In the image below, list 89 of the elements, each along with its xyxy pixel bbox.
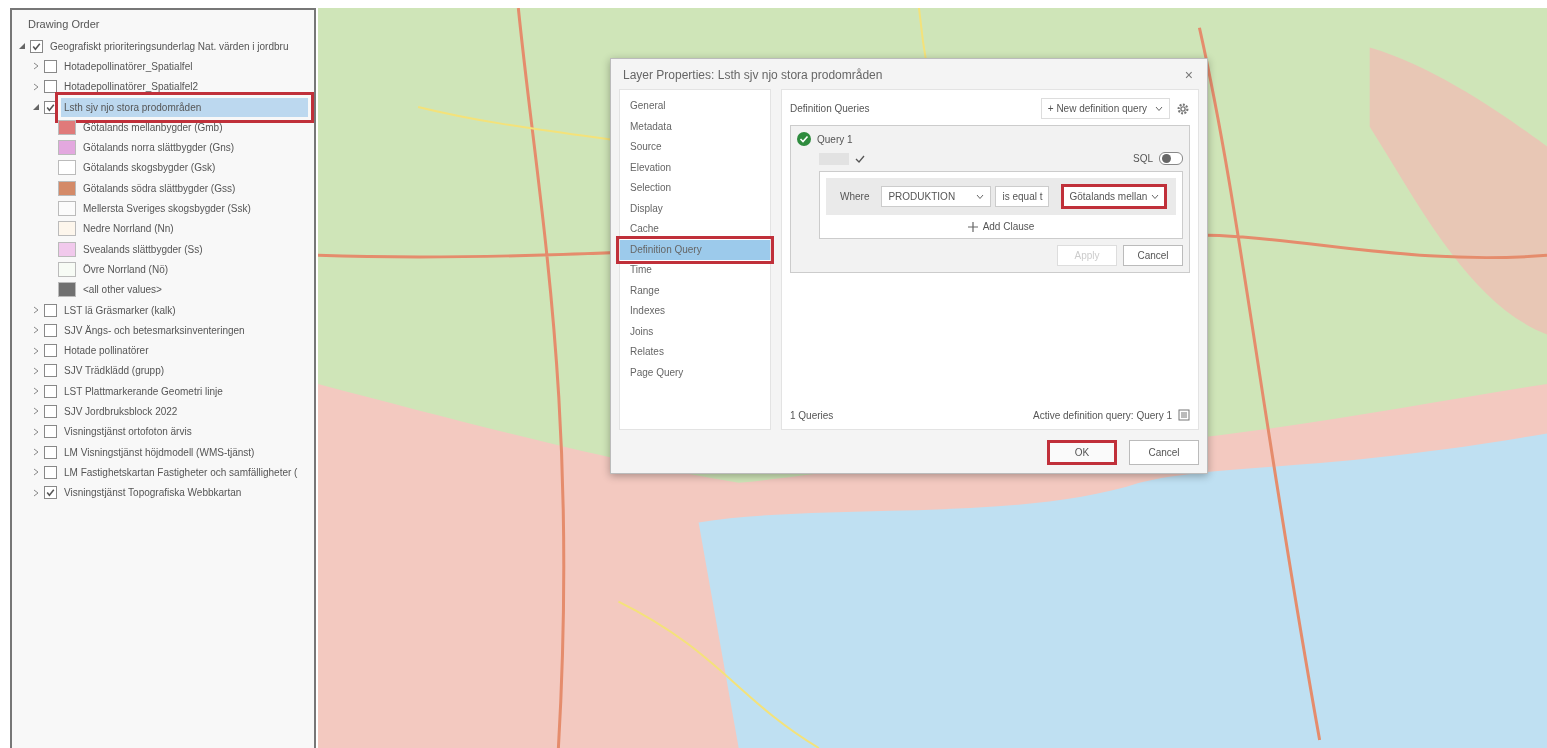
legend-label: Övre Norrland (Nö) <box>82 262 170 277</box>
nav-item[interactable]: Elevation <box>620 157 770 178</box>
legend-label: Mellersta Sveriges skogsbygder (Ssk) <box>82 202 252 216</box>
nav-item[interactable]: Indexes <box>620 301 770 322</box>
layer-item[interactable]: Hotadepollinatörer_Spatialfel <box>61 58 196 74</box>
legend-label: Götalands norra slättbygder (Gns) <box>82 141 236 156</box>
nav-item[interactable]: Range <box>620 280 770 301</box>
new-query-button[interactable]: + New definition query <box>1040 98 1170 119</box>
expander-icon[interactable] <box>32 62 40 71</box>
legend-label: Götalands mellanbygder (Gmb) <box>82 120 224 135</box>
filter-list-icon[interactable] <box>1178 409 1190 421</box>
layer-checkbox[interactable] <box>44 323 57 337</box>
close-button[interactable]: × <box>1180 67 1197 83</box>
plus-icon <box>967 221 978 232</box>
layer-item[interactable]: LST Plattmarkerande Geometri linje <box>61 383 226 399</box>
expander-icon[interactable] <box>32 387 40 396</box>
expander-icon[interactable] <box>32 366 40 375</box>
nav-item[interactable]: Source <box>620 137 770 158</box>
operator-dropdown[interactable]: is equal t <box>995 186 1050 207</box>
expander-icon[interactable] <box>32 82 40 91</box>
layer-checkbox[interactable] <box>30 39 43 53</box>
layer-checkbox[interactable] <box>44 100 57 114</box>
legend-label: Götalands skogsbygder (Gsk) <box>82 161 217 176</box>
panel-title: Drawing Order <box>27 18 101 32</box>
sql-label: SQL <box>1133 153 1153 164</box>
layer-item[interactable]: LST lä Gräsmarker (kalk) <box>61 302 179 318</box>
expander-icon[interactable] <box>32 427 40 436</box>
legend-label: Nedre Norrland (Nn) <box>82 222 175 237</box>
field-dropdown[interactable]: PRODUKTION <box>881 186 992 207</box>
check-icon[interactable] <box>855 153 865 164</box>
nav-item[interactable]: Selection <box>620 178 770 199</box>
layer-item[interactable]: LM Visningstjänst höjdmodell (WMS-tjänst) <box>61 444 258 460</box>
where-label: Where <box>839 191 871 202</box>
nav-item[interactable]: Joins <box>620 321 770 342</box>
nav-item[interactable]: Cache <box>620 219 770 240</box>
expander-icon[interactable] <box>32 103 40 112</box>
add-clause-button[interactable]: Add Clause <box>961 215 1041 238</box>
caret-icon <box>1151 193 1160 200</box>
layer-checkbox[interactable] <box>44 486 57 500</box>
query-name: Query 1 <box>817 133 853 145</box>
nav-item[interactable]: Display <box>620 198 770 219</box>
layer-item[interactable]: Hotade pollinatörer <box>61 343 152 359</box>
expander-icon[interactable] <box>32 346 40 355</box>
layer-checkbox[interactable] <box>44 364 57 378</box>
layer-item[interactable]: LM Fastighetskartan Fastigheter och samfälligheter ( <box>61 464 301 480</box>
layer-item[interactable]: Visningstjänst Topografiska Webbkartan <box>61 485 245 501</box>
expander-icon[interactable] <box>32 488 40 497</box>
legend-label: Svealands slättbygder (Ss) <box>82 242 204 257</box>
layer-item[interactable]: SJV Jordbruksblock 2022 <box>61 404 181 419</box>
layer-checkbox[interactable] <box>44 384 57 398</box>
nav-item[interactable]: Page Query <box>620 362 770 383</box>
settings-icon[interactable] <box>1176 101 1190 116</box>
dialog-title: Layer Properties: Lsth sjv njo stora prodområden <box>623 68 884 82</box>
layer-checkbox[interactable] <box>44 465 57 479</box>
layer-checkbox[interactable] <box>44 445 57 459</box>
expander-icon[interactable] <box>32 468 40 477</box>
layer-item[interactable]: SJV Trädklädd (grupp) <box>61 363 168 379</box>
expander-icon[interactable] <box>18 42 26 51</box>
layer-checkbox[interactable] <box>44 59 57 73</box>
sql-toggle[interactable] <box>1159 152 1183 165</box>
value-dropdown[interactable]: Götalands mellan <box>1061 184 1168 209</box>
check-circle-icon <box>797 132 811 146</box>
expander-icon[interactable] <box>32 407 40 416</box>
legend-label: <all other values> <box>82 283 163 298</box>
layer-item[interactable]: Geografiskt prioriteringsunderlag Nat. värden i jordbru <box>47 38 292 54</box>
layer-checkbox[interactable] <box>44 405 57 418</box>
section-title: Definition Queries <box>790 103 871 114</box>
active-query-label: Active definition query: Query 1 <box>1033 409 1172 421</box>
caret-icon <box>1155 105 1163 112</box>
nav-item[interactable]: Metadata <box>620 116 770 137</box>
query-count: 1 Queries <box>790 409 834 421</box>
dialog-button[interactable]: OK <box>1047 440 1117 465</box>
layer-checkbox[interactable] <box>44 425 57 439</box>
expander-icon[interactable] <box>32 306 40 314</box>
nav-item[interactable]: Relates <box>620 342 770 363</box>
layer-checkbox[interactable] <box>44 80 57 94</box>
layer-item[interactable]: SJV Ängs- och betesmarksinventeringen <box>61 322 248 338</box>
nav-item[interactable]: General <box>620 96 770 117</box>
layer-checkbox[interactable] <box>44 344 57 358</box>
legend-label: Götalands södra slättbygder (Gss) <box>82 181 237 196</box>
layer-checkbox[interactable] <box>44 303 57 317</box>
layer-item[interactable]: Visningstjänst ortofoton ärvis <box>61 424 195 440</box>
cancel-button[interactable]: Cancel <box>1123 245 1183 266</box>
caret-icon <box>976 193 985 200</box>
layer-item[interactable]: Hotadepollinatörer_Spatialfel2 <box>61 79 201 95</box>
expander-icon[interactable] <box>32 326 40 335</box>
nav-item[interactable]: Time <box>620 260 770 281</box>
expander-icon[interactable] <box>32 448 40 457</box>
dialog-button[interactable]: Cancel <box>1129 440 1199 465</box>
